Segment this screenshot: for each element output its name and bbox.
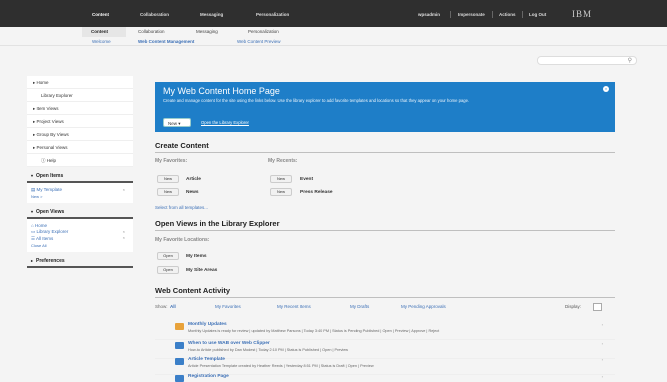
filter-my-pending-approvals[interactable]: My Pending Approvals	[401, 304, 446, 309]
activity-item[interactable]: Monthly Updates Monthly Updates is ready…	[155, 320, 615, 340]
document-icon	[175, 342, 184, 349]
sidebar-nav: ▸ Home Library Explorer ▸ Item Views ▸ P…	[27, 76, 133, 167]
my-favorites-label: My Favorites:	[155, 158, 188, 164]
new-press-release-button[interactable]: New	[270, 188, 292, 196]
close-icon[interactable]: ×	[123, 187, 125, 192]
actions-menu[interactable]: Actions	[499, 12, 516, 17]
impersonate-link[interactable]: Impersonate	[458, 12, 485, 17]
tertiary-navigation: Welcome Web Content Management Web Conte…	[0, 37, 667, 46]
sub-nav-collaboration[interactable]: Collaboration	[138, 29, 165, 34]
activity-title: Web Content Activity	[155, 286, 231, 295]
activity-item-title[interactable]: Article Template	[188, 357, 225, 362]
open-items-header[interactable]: ▾ Open Items	[27, 171, 133, 183]
close-all-link[interactable]: Close All	[31, 243, 47, 248]
activity-item-desc: How-to Article published by Dan Modest |…	[188, 348, 349, 352]
favorite-news: News	[186, 190, 199, 195]
document-icon	[175, 323, 184, 330]
close-icon[interactable]: ×	[123, 229, 125, 234]
recent-press-release: Press Release	[300, 190, 333, 195]
search-icon[interactable]: ⚲	[628, 57, 632, 64]
sidebar-item-project-views[interactable]: ▸ Project Views	[27, 115, 133, 128]
tab-welcome[interactable]: Welcome	[92, 39, 111, 44]
activity-item-desc: Article Presentation Template created by…	[188, 364, 374, 368]
select-from-all-templates-link[interactable]: Select from all templates...	[155, 205, 208, 210]
activity-item-desc: Monthly Updates is ready for review | up…	[188, 329, 440, 333]
page-title: My Web Content Home Page	[163, 86, 280, 96]
tab-web-content-preview[interactable]: Web Content Preview	[237, 39, 280, 44]
activity-item-title[interactable]: Registration Page	[188, 374, 229, 379]
filter-my-favorites[interactable]: My Favorites	[215, 304, 241, 309]
show-label: Show:	[155, 304, 168, 309]
open-items-panel: ▤ My Template × New >	[27, 183, 133, 203]
preferences-header[interactable]: ▸ Preferences	[27, 256, 133, 268]
secondary-navigation: Content Collaboration Messaging Personal…	[0, 27, 667, 37]
favorite-locations-label: My Favorite Locations:	[155, 237, 210, 243]
filter-all[interactable]: All	[170, 304, 176, 309]
expand-icon[interactable]: ›	[602, 374, 603, 379]
favorite-article: Article	[186, 177, 201, 182]
grid-view-icon[interactable]	[604, 303, 613, 311]
sidebar-item-group-by-views[interactable]: ▸ Group By Views	[27, 128, 133, 141]
log-out-link[interactable]: Log Out	[529, 12, 546, 17]
expand-icon[interactable]: ›	[602, 357, 603, 362]
my-recents-label: My Recents:	[268, 158, 298, 164]
open-view-all-items[interactable]: ☰ All Items	[31, 236, 129, 242]
create-content-title: Create Content	[155, 141, 209, 150]
sidebar-item-item-views[interactable]: ▸ Item Views	[27, 102, 133, 115]
open-views-title: Open Views in the Library Explorer	[155, 219, 280, 228]
list-view-icon[interactable]	[593, 303, 602, 311]
open-view-library-explorer[interactable]: ▭ Library Explorer	[31, 229, 129, 235]
location-my-site-areas: My Site Areas	[186, 268, 218, 273]
expand-icon[interactable]: ›	[602, 341, 603, 346]
open-library-explorer-link[interactable]: Open the Library Explorer	[201, 120, 249, 125]
welcome-banner: My Web Content Home Page Create and mana…	[155, 82, 615, 132]
sidebar-item-home[interactable]: ▸ Home	[27, 76, 133, 89]
user-menu[interactable]: wpsadmin	[418, 12, 440, 17]
top-nav-personalization[interactable]: Personalization	[256, 12, 289, 17]
sidebar-item-personal-views[interactable]: ▸ Personal Views	[27, 141, 133, 154]
new-item-link[interactable]: New >	[31, 194, 42, 199]
sub-nav-content[interactable]: Content	[91, 29, 108, 34]
top-nav-messaging[interactable]: Messaging	[200, 12, 223, 17]
top-nav-content[interactable]: Content	[92, 12, 109, 17]
filter-my-recent-items[interactable]: My Recent Items	[277, 304, 311, 309]
sidebar-item-help[interactable]: ⓘ Help	[27, 154, 133, 167]
sub-nav-personalization[interactable]: Personalization	[248, 29, 279, 34]
activity-item-title[interactable]: When to use WAB over Web Clipper	[188, 341, 270, 346]
new-event-button[interactable]: New	[270, 175, 292, 183]
location-my-items: My Items	[186, 254, 207, 259]
new-news-button[interactable]: New	[157, 188, 179, 196]
expand-icon[interactable]: ›	[602, 322, 603, 327]
ibm-logo: IBM	[572, 9, 593, 19]
close-icon[interactable]: ×	[123, 235, 125, 240]
sidebar-item-library-explorer[interactable]: Library Explorer	[27, 89, 133, 102]
new-dropdown-button[interactable]: New ▾	[163, 118, 191, 127]
open-item-my-template[interactable]: ▤ My Template	[31, 187, 129, 193]
open-views-panel: ⌂ Home ▭ Library Explorer × ☰ All Items …	[27, 219, 133, 252]
open-my-site-areas-button[interactable]: Open	[157, 266, 179, 274]
top-navigation-bar: Content Collaboration Messaging Personal…	[0, 0, 667, 27]
open-my-items-button[interactable]: Open	[157, 252, 179, 260]
recent-event: Event	[300, 177, 314, 182]
filter-my-drafts[interactable]: My Drafts	[350, 304, 369, 309]
activity-item[interactable]: Registration Page ›	[155, 372, 615, 382]
activity-filter-bar: Show: All My Favorites My Recent Items M…	[155, 303, 615, 312]
open-views-header[interactable]: ▾ Open Views	[27, 207, 133, 219]
search-input[interactable]: ⚲	[537, 56, 637, 65]
template-icon	[175, 358, 184, 365]
close-icon[interactable]: ×	[603, 86, 609, 92]
sidebar: ▸ Home Library Explorer ▸ Item Views ▸ P…	[27, 76, 133, 268]
open-view-home[interactable]: ⌂ Home	[31, 223, 129, 228]
banner-description: Create and manage content for the site u…	[163, 98, 470, 103]
tab-web-content-management[interactable]: Web Content Management	[138, 39, 194, 44]
sub-nav-messaging[interactable]: Messaging	[196, 29, 218, 34]
top-nav-collaboration[interactable]: Collaboration	[140, 12, 169, 17]
display-label: Display:	[565, 304, 582, 309]
new-article-button[interactable]: New	[157, 175, 179, 183]
activity-item-title[interactable]: Monthly Updates	[188, 322, 227, 327]
